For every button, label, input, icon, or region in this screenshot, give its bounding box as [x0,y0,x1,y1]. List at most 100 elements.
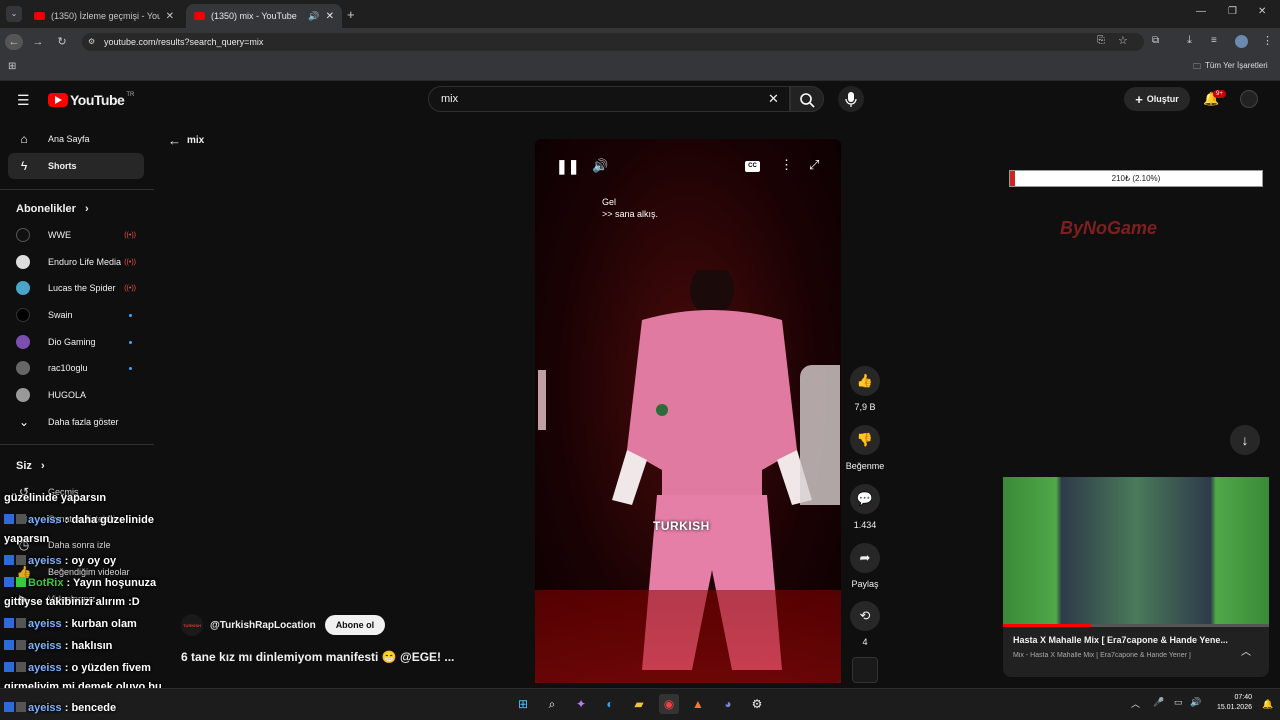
dislike-button[interactable]: 👎 Beğenme [843,425,887,471]
subscribe-button[interactable]: Abone ol [324,615,386,635]
like-button[interactable]: 👍 7,9 B [848,366,882,412]
create-button[interactable]: + Oluştur [1124,87,1190,111]
more-options-icon[interactable]: ⋮ [780,157,793,173]
taskbar-clock[interactable]: 07:40 15.01.2026 [1208,693,1252,713]
tab-mix[interactable]: (1350) mix - YouTube 🔊 ✕ [186,4,342,28]
reload-icon[interactable]: ↻ [53,34,71,50]
back-to-results[interactable]: ← mix [168,133,204,148]
search-icon[interactable]: ⌕ [542,694,562,714]
media-controls-icon[interactable]: ≡ [1211,35,1217,46]
plus-icon: + [1135,91,1143,107]
sidebar-sub-hugola[interactable]: HUGOLA [16,382,144,408]
channel-avatar[interactable]: TURKISH [181,614,203,636]
tab-search-icon[interactable]: ⌄ [6,6,22,22]
volume-icon[interactable]: 🔊 [592,158,608,174]
sidebar-sub-dio[interactable]: Dio Gaming [16,329,144,355]
sidebar-item-label: Ana Sayfa [48,134,90,144]
minimize-button[interactable]: — [1196,6,1206,17]
sidebar-sub-wwe[interactable]: WWE ((•)) [16,222,144,248]
close-window-button[interactable]: ✕ [1258,6,1266,17]
miniplayer-video[interactable] [1003,477,1269,627]
edge-icon[interactable]: ◐ [600,694,620,714]
notification-center-icon[interactable]: 🔔 [1262,699,1273,710]
sidebar-item-shorts[interactable]: ϟ Shorts [8,153,144,179]
speaker-icon[interactable]: 🔊 [1190,697,1201,708]
miniplayer-progress[interactable] [1003,624,1269,627]
sidebar-sub-rac10oglu[interactable]: rac10oglu [16,355,144,381]
bookmark-star-icon[interactable]: ☆ [1118,34,1128,47]
install-app-icon[interactable]: ⎘ [1097,35,1105,46]
network-icon[interactable]: ▭ [1174,697,1183,708]
video-title[interactable]: 6 tane kız mı dinlemiyom manifesti 😁 @EG… [181,650,454,664]
sound-thumbnail[interactable] [852,657,878,683]
you-heading[interactable]: Siz › [16,460,45,472]
maximize-button[interactable]: ❐ [1228,6,1237,17]
menu-hamburger-icon[interactable]: ☰ [17,92,30,109]
youtube-logo[interactable]: YouTube TR [48,92,134,108]
twitch-badge-icon [4,662,14,672]
next-video-button[interactable]: ↓ [1230,425,1260,455]
search-input[interactable]: mix [428,86,790,112]
sidebar-item-home[interactable]: ⌂ Ana Sayfa [16,126,144,152]
close-tab-icon[interactable]: ✕ [326,11,334,22]
tray-chevron-icon[interactable]: ︿ [1131,697,1140,710]
new-tab-button[interactable]: + [347,7,355,22]
clock-date: 15.01.2026 [1216,704,1252,711]
tab-history[interactable]: (1350) İzleme geçmişi - YouTube ✕ [26,4,182,28]
browser-menu-icon[interactable]: ⋮ [1262,34,1273,47]
site-info-icon[interactable]: ⚙ [88,37,95,46]
audio-playing-icon[interactable]: 🔊 [308,11,319,22]
close-tab-icon[interactable]: ✕ [166,11,174,22]
remix-button[interactable]: ⟲ 4 [848,601,882,647]
logo-text: YouTube [70,92,125,108]
steam-icon[interactable]: ⚙ [747,694,767,714]
caption-line: >> sana alkış. [602,209,659,219]
captions-icon[interactable]: CC [745,161,760,172]
sidebar-sub-swain[interactable]: Swain [16,302,144,328]
address-bar[interactable]: youtube.com/results?search_query=mix [82,33,1144,51]
apps-grid-icon[interactable]: ⊞ [8,61,16,72]
tab-title: (1350) mix - YouTube [211,11,297,21]
subscriptions-heading[interactable]: Abonelikler › [16,203,89,215]
account-avatar[interactable] [1240,90,1258,108]
discord-icon[interactable]: ◕ [718,694,738,714]
back-arrow-icon[interactable]: ← [5,34,23,50]
video-floor [535,590,841,683]
clock-time: 07:40 [1234,694,1252,701]
search-button[interactable] [790,86,824,112]
twitch-badge-icon [4,555,14,565]
copilot-icon[interactable]: ✦ [571,694,591,714]
show-more-button[interactable]: ⌄ Daha fazla göster [16,409,144,435]
tray-mic-icon[interactable]: 🎤 [1153,697,1164,708]
downloads-icon[interactable]: ⤓ [1187,34,1192,47]
file-explorer-icon[interactable]: ▰ [629,694,649,714]
app-icon[interactable]: ▲ [688,694,708,714]
windows-start-icon[interactable]: ⊞ [513,694,533,714]
all-bookmarks[interactable]: 🗀 Tüm Yer İşaretleri [1193,61,1268,75]
new-content-dot [129,366,132,370]
arrow-down-icon: ↓ [1241,432,1249,448]
expand-miniplayer-icon[interactable]: ︿ [1241,643,1251,658]
comments-button[interactable]: 💬 1.434 [848,484,882,530]
voice-search-button[interactable] [838,86,864,112]
chat-text: güzelinide yaparsın [4,492,107,504]
fullscreen-icon[interactable]: ⤢ [809,157,819,173]
twitch-badge-icon [4,514,14,524]
channel-name: Swain [48,310,73,320]
sidebar-sub-lucas[interactable]: Lucas the Spider ((•)) [16,275,144,301]
share-button[interactable]: ➦ Paylaş [848,543,882,589]
extensions-icon[interactable]: ⧉ [1152,35,1159,46]
chat-message: ayeiss : haklısın [4,640,112,652]
create-label: Oluştur [1146,94,1179,104]
chat-username: ayeiss [28,555,62,567]
chrome-icon[interactable]: ◉ [659,694,679,714]
forward-arrow-icon[interactable]: → [29,34,47,50]
youtube-favicon-icon [194,12,205,20]
pause-icon[interactable]: ❚❚ [556,158,579,175]
channel-avatar [16,388,30,402]
clear-search-icon[interactable]: ✕ [768,91,779,107]
channel-avatar [16,281,30,295]
profile-avatar[interactable] [1235,35,1248,48]
channel-name[interactable]: @TurkishRapLocation [210,620,316,631]
sidebar-sub-enduro[interactable]: Enduro Life Media ((•)) [16,249,144,275]
